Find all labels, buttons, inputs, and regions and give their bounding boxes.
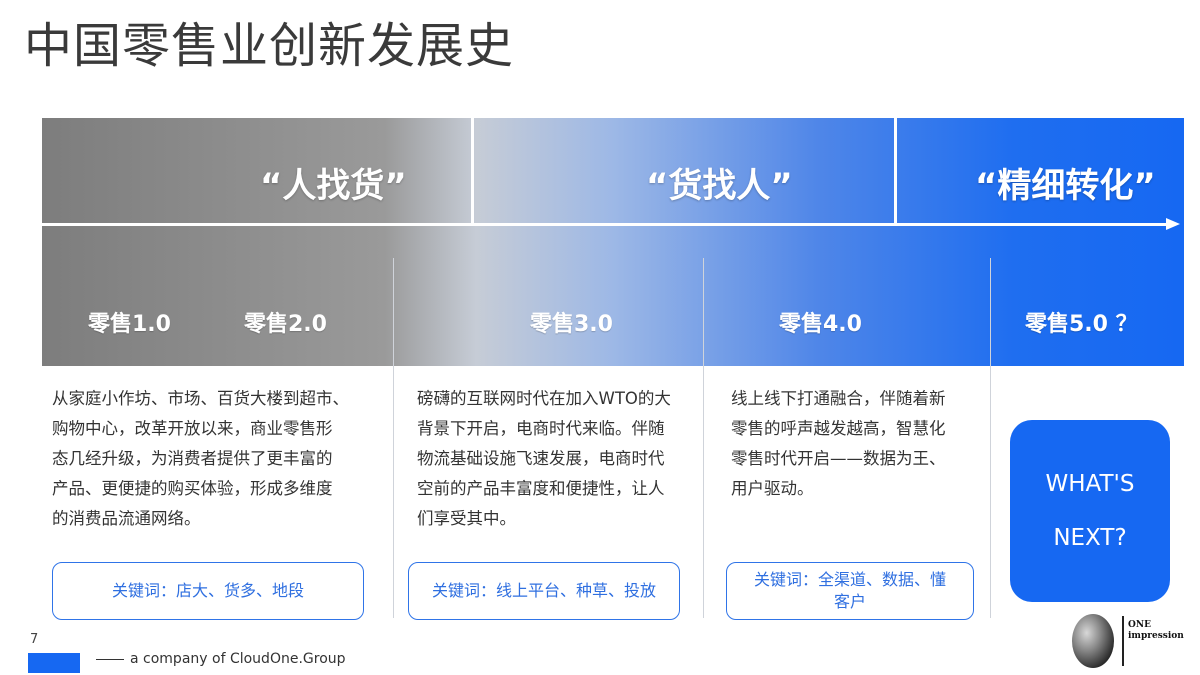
logo-text-line: impression — [1128, 631, 1184, 641]
logo-mark-icon — [1072, 614, 1114, 668]
whats-next-line: WHAT'S — [1045, 471, 1135, 497]
footer-dash — [96, 658, 124, 660]
whats-next-box: WHAT'S NEXT? — [1010, 420, 1170, 602]
era-label-retail-2: 零售2.0 — [244, 312, 327, 337]
description-line: 的消费品流通网络。 — [52, 509, 201, 528]
phase-divider — [894, 118, 897, 226]
description-retail-1-2: 从家庭小作坊、市场、百货大楼到超市、 购物中心，改革开放以来，商业零售形 态几经… — [52, 384, 349, 534]
arrow-head-icon — [1166, 218, 1180, 230]
keyword-text: 关键词：全渠道、数据、懂 — [753, 570, 946, 589]
keyword-box-retail-1-2: 关键词：店大、货多、地段 — [52, 562, 364, 620]
phase-label-precision-conversion: “精细转化” — [975, 166, 1156, 206]
page-title: 中国零售业创新发展史 — [24, 18, 515, 74]
keyword-box-retail-4: 关键词：全渠道、数据、懂 客户 — [726, 562, 974, 620]
description-retail-3: 磅礴的互联网时代在加入WTO的大 背景下开启，电商时代来临。伴随 物流基础设施飞… — [417, 384, 671, 534]
description-line: 物流基础设施飞速发展，电商时代 — [417, 449, 665, 468]
description-line: 空前的产品丰富度和便捷性，让人 — [417, 479, 665, 498]
keyword-text: 关键词：线上平台、种草、投放 — [431, 581, 656, 600]
timeline-banner: “人找货” “货找人” “精细转化” 零售1.0 零售2.0 零售3.0 零售4… — [42, 118, 1184, 366]
logo-text-line: ONE — [1128, 620, 1151, 630]
description-line: 产品、更便捷的购买体验，形成多维度 — [52, 479, 333, 498]
description-line: 们享受其中。 — [417, 509, 516, 528]
description-line: 购物中心，改革开放以来，商业零售形 — [52, 419, 333, 438]
column-separator — [393, 258, 394, 618]
column-separator — [990, 258, 991, 618]
phase-divider — [471, 118, 474, 226]
era-label-retail-1: 零售1.0 — [88, 312, 171, 337]
page-number: 7 — [30, 632, 39, 647]
description-line: 磅礴的互联网时代在加入WTO的大 — [417, 389, 671, 408]
keyword-text: 客户 — [833, 592, 866, 611]
keyword-box-retail-3: 关键词：线上平台、种草、投放 — [408, 562, 680, 620]
phase-label-person-seeks-goods: “人找货” — [260, 166, 407, 206]
timeline-arrow — [42, 223, 1170, 226]
whats-next-line: NEXT? — [1053, 525, 1127, 551]
description-retail-4: 线上线下打通融合，伴随着新 零售的呼声越发越高，智慧化 零售时代开启——数据为王… — [731, 384, 946, 504]
era-label-retail-4: 零售4.0 — [779, 312, 862, 337]
description-line: 用户驱动。 — [731, 479, 814, 498]
description-line: 态几经升级，为消费者提供了更丰富的 — [52, 449, 333, 468]
footer-brand-bar — [28, 653, 80, 673]
description-line: 零售的呼声越发越高，智慧化 — [731, 419, 946, 438]
one-impression-logo: ONE impression — [1070, 612, 1190, 672]
logo-divider — [1122, 616, 1124, 666]
era-label-retail-5: 零售5.0 ？ — [1025, 312, 1138, 337]
keyword-text: 关键词：店大、货多、地段 — [111, 581, 304, 600]
description-line: 从家庭小作坊、市场、百货大楼到超市、 — [52, 389, 349, 408]
footer-company-text: a company of CloudOne.Group — [130, 651, 346, 667]
era-label-retail-3: 零售3.0 — [530, 312, 613, 337]
logo-text: ONE impression — [1128, 620, 1184, 642]
phase-label-goods-seek-person: “货找人” — [646, 166, 793, 206]
description-line: 线上线下打通融合，伴随着新 — [731, 389, 946, 408]
column-separator — [703, 258, 704, 618]
footer-company: a company of CloudOne.Group — [96, 651, 346, 667]
description-line: 背景下开启，电商时代来临。伴随 — [417, 419, 665, 438]
description-line: 零售时代开启——数据为王、 — [731, 449, 946, 468]
